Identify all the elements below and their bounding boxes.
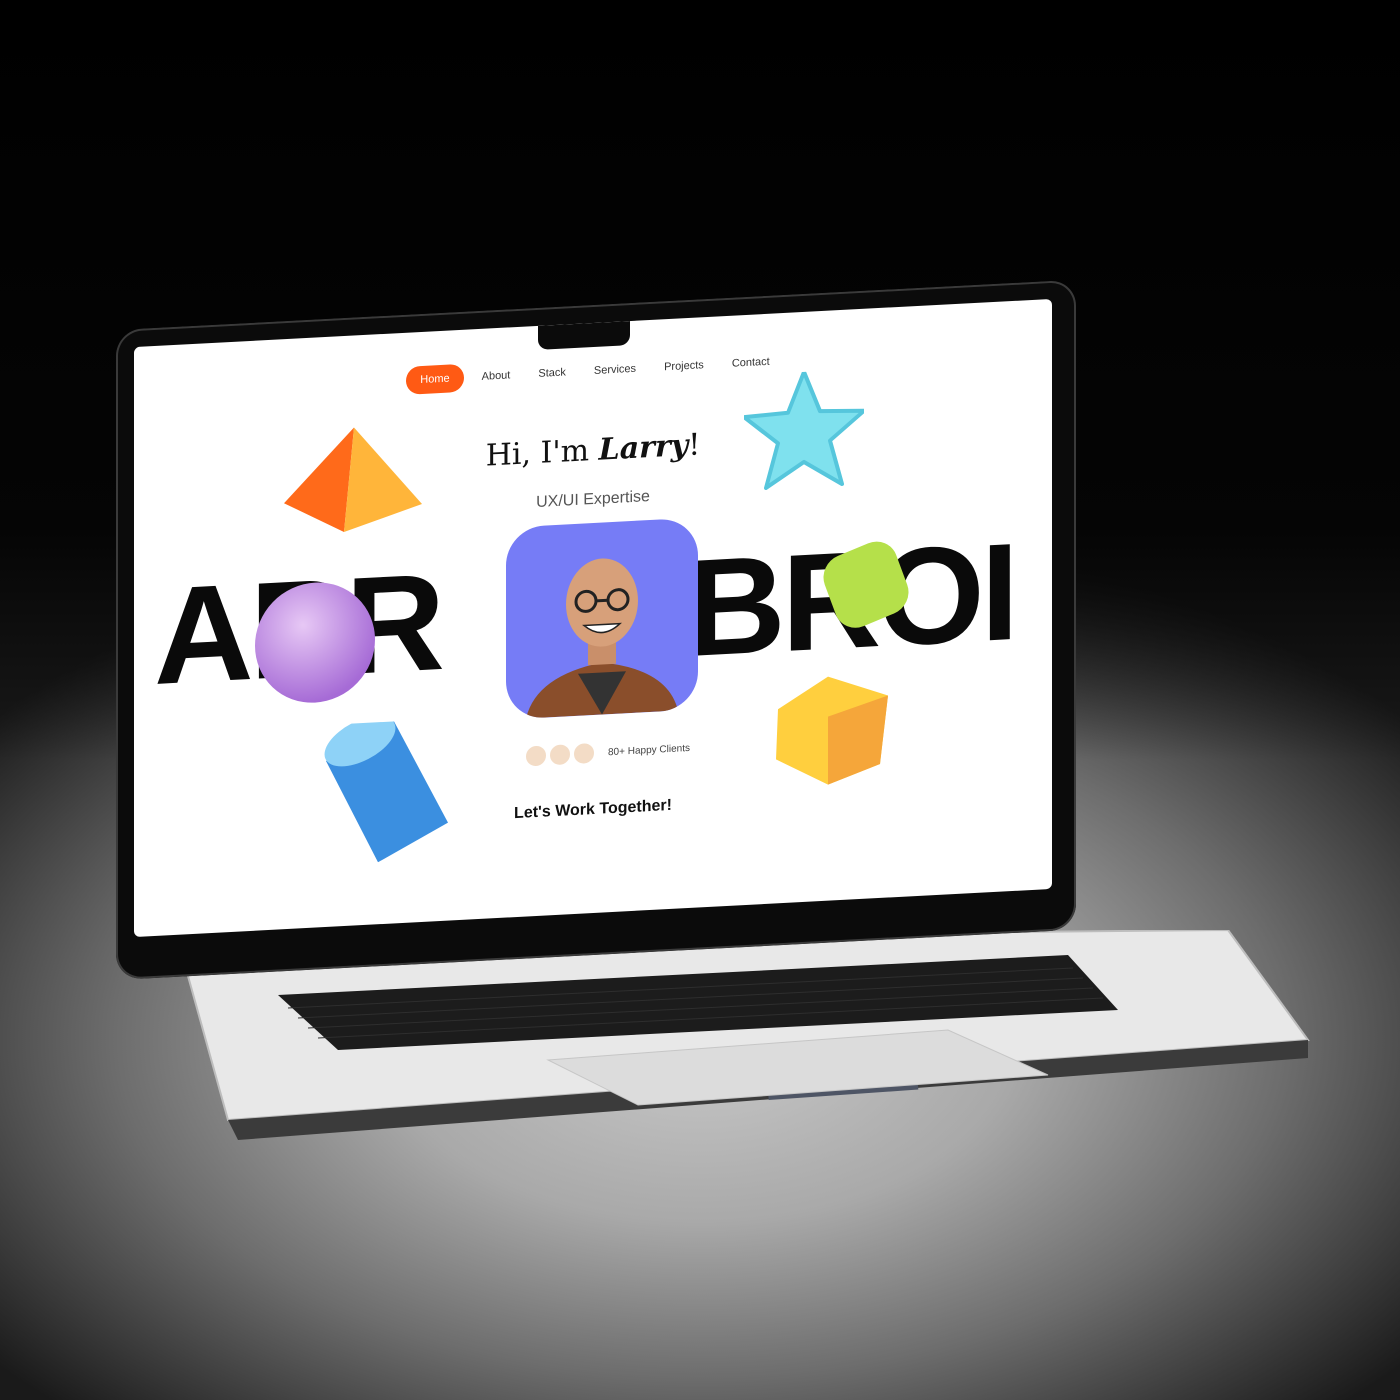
- nav-about[interactable]: About: [472, 361, 521, 392]
- cta-text[interactable]: Let's Work Together!: [134, 777, 1052, 843]
- hero-greeting-prefix: Hi, I'm: [485, 432, 599, 474]
- laptop-lid: Home About Stack Services Projects Conta…: [116, 279, 1076, 980]
- pyramid-shape: [284, 427, 422, 533]
- nav-services[interactable]: Services: [584, 354, 646, 385]
- nav-stack[interactable]: Stack: [528, 358, 576, 388]
- laptop-screen: Home About Stack Services Projects Conta…: [134, 298, 1052, 938]
- sphere-shape: [255, 582, 375, 703]
- portrait-photo: [506, 517, 698, 720]
- nav-home[interactable]: Home: [406, 363, 464, 395]
- cube-yellow-shape: [776, 676, 888, 785]
- client-avatar: [572, 740, 596, 767]
- star-shape: [744, 369, 864, 490]
- cylinder-shape: [324, 718, 448, 863]
- hero-name: Larry: [598, 428, 689, 468]
- camera-notch: [538, 321, 630, 350]
- client-avatar: [548, 742, 572, 768]
- client-avatar: [524, 743, 548, 769]
- clients-label: 80+ Happy Clients: [608, 742, 690, 758]
- hero-greeting-suffix: !: [688, 427, 701, 464]
- happy-clients: 80+ Happy Clients: [524, 736, 690, 769]
- nav-projects[interactable]: Projects: [654, 351, 714, 382]
- rounded-cube-green-shape: [823, 541, 909, 628]
